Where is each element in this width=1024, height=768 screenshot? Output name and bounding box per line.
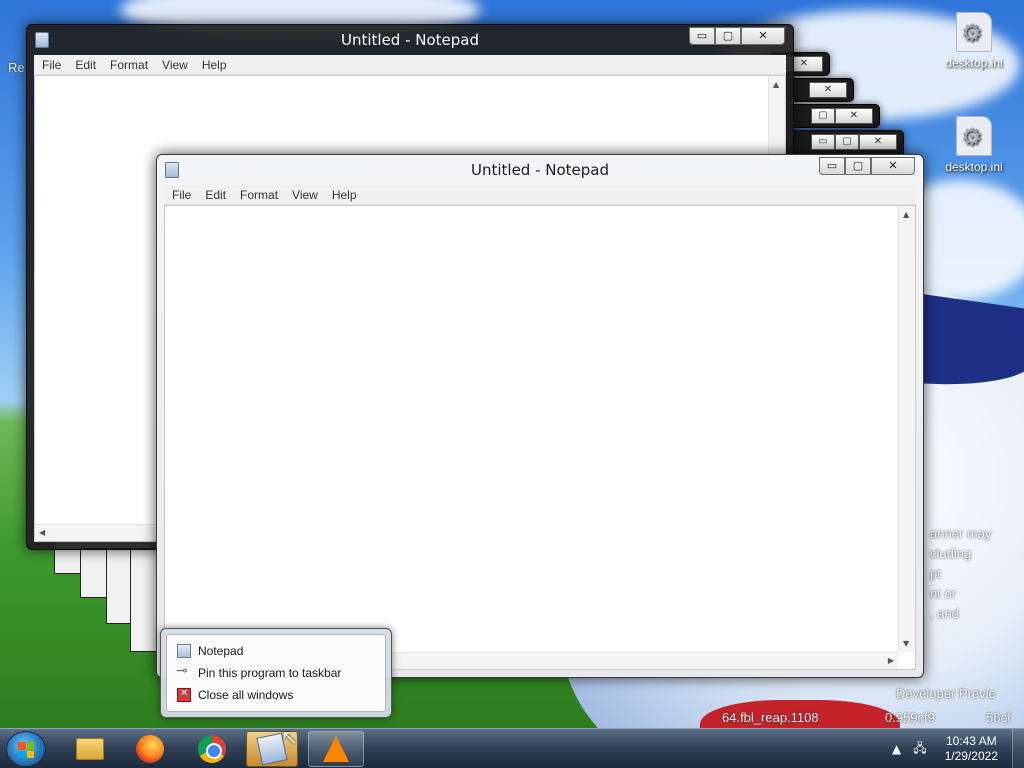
folder-icon [76,738,104,760]
clock-date: 1/29/2022 [944,749,998,763]
settings-file-icon [956,116,992,156]
menu-format[interactable]: Format [104,58,156,72]
menu-help[interactable]: Help [196,58,235,72]
start-button[interactable] [6,731,46,767]
close-icon[interactable]: ✕ [835,108,873,124]
build-watermark: 64.fbl_reap.1108 [722,710,819,725]
build-watermark: Developer Previe [896,686,996,701]
menu-bar: File Edit Format View Help [164,185,916,205]
window-title: Untitled - Notepad [470,161,610,179]
desktop-icon-label: desktop.ini [945,160,1003,174]
menu-bar: File Edit Format View Help [34,55,786,75]
notepad-icon [177,644,191,658]
maximize-icon[interactable]: ▢ [811,108,835,124]
taskbar-chrome[interactable] [186,731,238,767]
text-editor[interactable]: ▲ ▼ ▶ [164,205,916,670]
taskbar-vlc[interactable] [308,731,364,767]
close-button[interactable]: ✕ [741,27,785,45]
jumplist-item-label: Notepad [198,644,244,658]
desktop-icon-label: desktop.ini [945,56,1003,70]
show-desktop-button[interactable] [1012,729,1024,768]
jumplist-open-notepad[interactable]: Notepad [173,640,379,662]
menu-help[interactable]: Help [326,188,365,202]
menu-edit[interactable]: Edit [69,58,104,72]
menu-edit[interactable]: Edit [199,188,234,202]
watermark-line: nt or [930,586,957,601]
settings-file-icon [956,12,992,52]
jumplist-pin-to-taskbar[interactable]: Pin this program to taskbar [173,662,379,684]
jumplist-item-label: Pin this program to taskbar [198,666,342,680]
watermark-line: anner may [930,526,992,541]
menu-file[interactable]: File [36,58,69,72]
taskbar-file-explorer[interactable] [64,731,116,767]
menu-view[interactable]: View [286,188,326,202]
stacked-window-edge[interactable] [130,548,158,652]
watermark-line: , and [930,606,959,621]
clock-time: 10:43 AM [945,734,997,748]
system-tray: ▲ 🖧 10:43 AM 1/29/2022 [886,729,1024,768]
watermark-line: cluding [930,546,972,561]
close-icon[interactable]: ✕ [859,134,897,150]
vlc-cone-icon [323,736,349,762]
network-icon[interactable]: 🖧 [913,739,926,760]
title-bar[interactable]: Untitled - Notepad ▭ ▢ ✕ [157,155,923,185]
notepad-window-front[interactable]: Untitled - Notepad ▭ ▢ ✕ File Edit Forma… [156,154,924,678]
menu-file[interactable]: File [166,188,199,202]
pin-icon [176,663,191,680]
taskbar: ▲ 🖧 10:43 AM 1/29/2022 [0,728,1024,768]
taskbar-jump-list: Notepad Pin this program to taskbar Clos… [160,628,392,718]
firefox-icon [136,735,164,763]
mouse-cursor-icon: ↖ [281,725,298,749]
minimize-button[interactable]: ▭ [819,157,845,175]
desktop-ini-file-icon[interactable]: desktop.ini [937,12,1011,70]
maximize-icon[interactable]: ▢ [835,134,859,150]
show-hidden-icons-arrow-icon[interactable]: ▲ [892,742,901,756]
windows-logo-icon [18,742,34,758]
minimize-button[interactable]: ▭ [689,27,715,45]
close-button[interactable]: ✕ [871,157,915,175]
taskbar-firefox[interactable] [124,731,176,767]
jumplist-close-all-windows[interactable]: Close all windows [173,684,379,706]
chrome-icon [198,735,226,763]
recycle-bin-label[interactable]: Re [8,60,25,75]
clock[interactable]: 10:43 AM 1/29/2022 [945,734,998,764]
maximize-button[interactable]: ▢ [845,157,871,175]
menu-view[interactable]: View [156,58,196,72]
window-title: Untitled - Notepad [340,31,480,49]
maximize-button[interactable]: ▢ [715,27,741,45]
build-watermark: 0.959cf9 [885,710,935,725]
close-icon[interactable]: ✕ [809,82,847,98]
build-watermark: 56cf [986,710,1011,725]
title-bar[interactable]: Untitled - Notepad ▭ ▢ ✕ [27,25,793,55]
desktop-ini-file-icon[interactable]: desktop.ini [937,116,1011,174]
menu-format[interactable]: Format [234,188,286,202]
jumplist-item-label: Close all windows [198,688,294,702]
minimize-icon[interactable]: ▭ [811,134,835,150]
close-window-icon [177,688,191,702]
watermark-line: pt [930,566,941,581]
vertical-scrollbar[interactable]: ▲ ▼ [898,206,915,652]
